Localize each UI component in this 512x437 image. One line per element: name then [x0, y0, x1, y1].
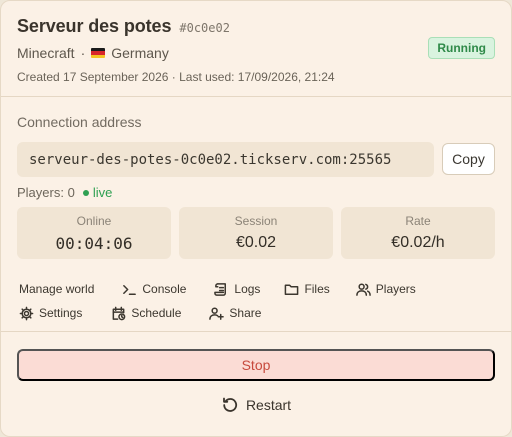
stat-value: €0.02/h [391, 234, 445, 251]
console-label: Console [142, 282, 187, 296]
console-link[interactable]: Console [122, 282, 186, 297]
connection-label: Connection address [17, 114, 142, 130]
stats-row: Online 00:04:06 Session €0.02 Rate €0.02… [17, 207, 495, 259]
stat-rate: Rate €0.02/h [341, 207, 495, 259]
manage-world-label: Manage world [19, 282, 95, 296]
files-link[interactable]: Files [284, 282, 330, 297]
stat-label: Online [76, 214, 112, 228]
settings-label: Settings [39, 306, 83, 320]
schedule-label: Schedule [131, 306, 182, 320]
files-label: Files [304, 282, 330, 296]
game-name: Minecraft [17, 45, 75, 61]
logs-label: Logs [234, 282, 261, 296]
share-label: Share [229, 306, 262, 320]
copy-button[interactable]: Copy [442, 143, 495, 175]
manage-world-link[interactable]: Manage world [19, 282, 94, 296]
terminal-icon [123, 284, 137, 295]
schedule-link[interactable]: Schedule [111, 306, 181, 321]
share-link[interactable]: Share [209, 306, 261, 321]
stat-session: Session €0.02 [179, 207, 333, 259]
restart-label: Restart [245, 397, 292, 413]
live-label: live [92, 185, 113, 200]
meta-separator: · [80, 45, 86, 61]
players-count: Players: 0 [17, 185, 75, 200]
action-row-1: Manage world Console Logs Files Players [19, 279, 495, 299]
connection-section: Connection address serveur-des-potes-0c0… [1, 97, 511, 323]
server-name: Serveur des potes [17, 16, 172, 36]
germany-flag-icon [91, 48, 106, 58]
restart-button[interactable]: Restart [17, 393, 495, 417]
country-name: Germany [111, 45, 169, 61]
users-icon [355, 283, 371, 296]
stat-value: €0.02 [235, 234, 277, 251]
server-card: Serveur des potes #0c0e02 Minecraft · Ge… [0, 0, 512, 437]
players-label: Players [375, 282, 416, 296]
server-header: Serveur des potes #0c0e02 Minecraft · Ge… [1, 1, 511, 97]
connection-address[interactable]: serveur-des-potes-0c0e02.tickserv.com:25… [17, 142, 434, 177]
logs-link[interactable]: Logs [214, 282, 260, 297]
status-badge: Running [428, 37, 495, 59]
title-row: Serveur des potes #0c0e02 [17, 16, 495, 37]
action-row-2: Settings Schedule Share [19, 303, 495, 323]
stat-label: Rate [405, 214, 431, 228]
players-link[interactable]: Players [355, 282, 416, 297]
stat-label: Session [234, 214, 278, 228]
address-row: serveur-des-potes-0c0e02.tickserv.com:25… [17, 142, 495, 177]
live-dot-icon [82, 189, 89, 196]
gear-icon [19, 306, 34, 320]
scroll-icon [214, 282, 227, 296]
restart-icon [223, 397, 238, 412]
server-meta: Minecraft · Germany [17, 45, 495, 61]
calendar-clock-icon [112, 306, 126, 320]
stop-button[interactable]: Stop [17, 349, 495, 381]
user-plus-icon [209, 307, 225, 320]
live-indicator: live [82, 185, 113, 200]
stat-value: 00:04:06 [55, 234, 133, 253]
settings-link[interactable]: Settings [19, 306, 82, 321]
server-dates: Created 17 September 2026 · Last used: 1… [17, 70, 335, 84]
action-links: Manage world Console Logs Files Players [17, 279, 495, 323]
server-id: #0c0e02 [179, 21, 230, 35]
stat-online: Online 00:04:06 [17, 207, 171, 259]
divider [1, 331, 511, 332]
folder-icon [285, 284, 299, 295]
players-status: Players: 0 live [17, 185, 495, 200]
